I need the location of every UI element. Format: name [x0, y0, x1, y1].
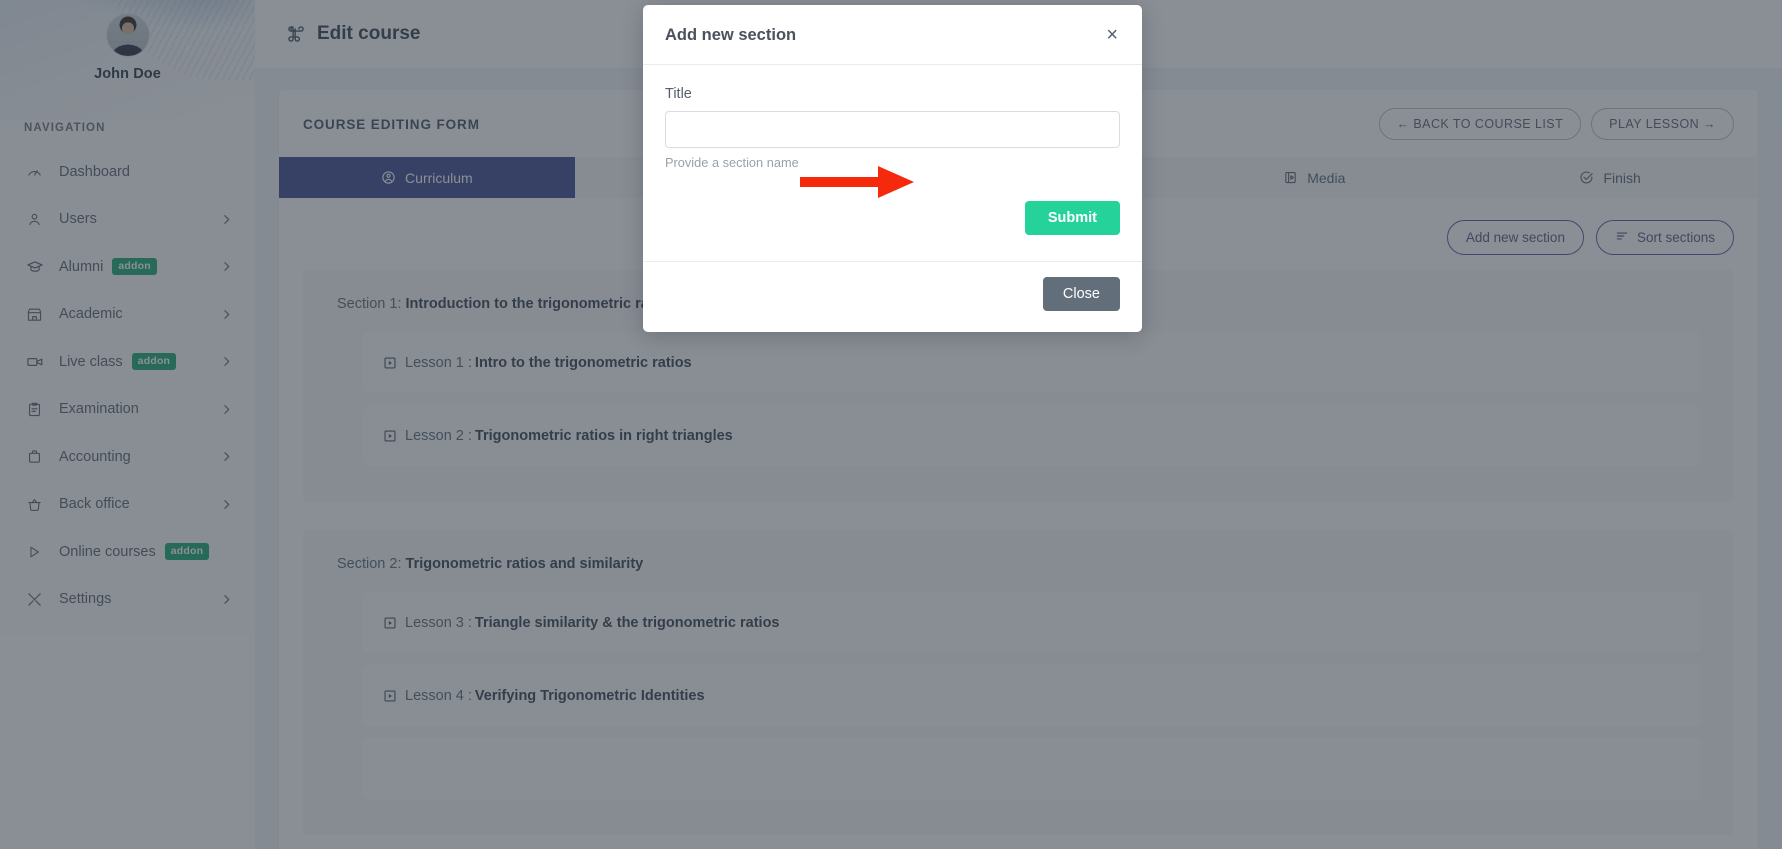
close-icon[interactable]: × [1104, 25, 1120, 45]
title-field-label: Title [665, 86, 1120, 102]
close-button[interactable]: Close [1043, 277, 1120, 311]
add-new-section-modal: Add new section × Title Provide a sectio… [643, 5, 1142, 332]
screen: John Doe NAVIGATION Dashboard Users [0, 0, 1782, 849]
title-input[interactable] [665, 111, 1120, 148]
modal-body: Title Provide a section name Submit [643, 65, 1142, 261]
modal-title: Add new section [665, 26, 796, 45]
submit-button[interactable]: Submit [1025, 201, 1120, 235]
title-field-help: Provide a section name [665, 155, 1120, 170]
modal-header: Add new section × [643, 5, 1142, 65]
modal-submit-row: Submit [665, 201, 1120, 235]
modal-footer: Close [643, 261, 1142, 332]
